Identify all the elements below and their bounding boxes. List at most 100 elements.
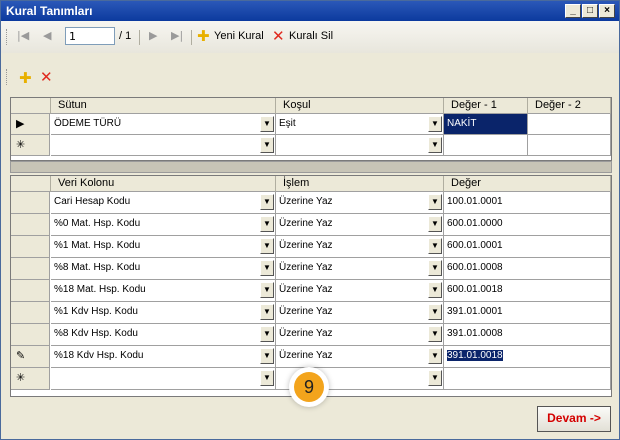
deger-cell[interactable]: 600.01.0018: [444, 280, 611, 302]
close-button[interactable]: ×: [599, 4, 615, 18]
deger-2-cell[interactable]: [528, 114, 611, 135]
deger-cell[interactable]: 391.01.0018: [444, 346, 611, 368]
dropdown-arrow-icon[interactable]: ▼: [428, 348, 442, 364]
dropdown-arrow-icon[interactable]: ▼: [428, 216, 442, 232]
islem-value: Üzerine Yaz: [279, 328, 333, 339]
row-indicator[interactable]: ✎: [11, 346, 50, 368]
row-indicator[interactable]: ✳: [11, 368, 50, 390]
islem-cell[interactable]: Üzerine Yaz ▼: [276, 214, 444, 236]
islem-cell[interactable]: Üzerine Yaz ▼: [276, 236, 444, 258]
veri-kolonu-cell[interactable]: Cari Hesap Kodu ▼: [51, 192, 276, 214]
dropdown-arrow-icon[interactable]: ▼: [428, 370, 442, 386]
deger-cell[interactable]: 391.01.0008: [444, 324, 611, 346]
row-indicator[interactable]: [11, 324, 50, 346]
veri-kolonu-cell[interactable]: %1 Kdv Hsp. Kodu ▼: [51, 302, 276, 324]
sutun-cell[interactable]: ÖDEME TÜRÜ ▼: [51, 114, 276, 135]
kosul-cell[interactable]: Eşit ▼: [276, 114, 444, 135]
row-indicator[interactable]: [11, 258, 50, 280]
dropdown-arrow-icon[interactable]: ▼: [428, 260, 442, 276]
dropdown-arrow-icon[interactable]: ▼: [428, 304, 442, 320]
first-record-icon[interactable]: |◀: [17, 29, 29, 42]
delete-row-icon[interactable]: ✕: [40, 70, 53, 85]
islem-cell[interactable]: Üzerine Yaz ▼: [276, 324, 444, 346]
deger-2-cell[interactable]: [528, 135, 611, 156]
dropdown-arrow-icon[interactable]: ▼: [260, 116, 274, 132]
add-row-icon[interactable]: ✚: [19, 71, 32, 86]
deger-cell[interactable]: 100.01.0001: [444, 192, 611, 214]
dropdown-arrow-icon[interactable]: ▼: [428, 194, 442, 210]
row-indicator[interactable]: [11, 214, 50, 236]
dropdown-arrow-icon[interactable]: ▼: [260, 194, 274, 210]
row-indicator[interactable]: ▶: [11, 114, 50, 135]
dropdown-arrow-icon[interactable]: ▼: [260, 304, 274, 320]
dropdown-arrow-icon[interactable]: ▼: [260, 282, 274, 298]
row-header-corner: [11, 176, 51, 192]
veri-kolonu-value: %18 Kdv Hsp. Kodu: [54, 350, 144, 361]
deger-1-cell[interactable]: [444, 135, 528, 156]
dropdown-arrow-icon[interactable]: ▼: [260, 348, 274, 364]
add-icon[interactable]: ✚: [197, 29, 210, 44]
deger-value: 600.01.0001: [447, 240, 503, 251]
deger-cell[interactable]: 600.01.0008: [444, 258, 611, 280]
deger-cell[interactable]: 600.01.0001: [444, 236, 611, 258]
dropdown-arrow-icon[interactable]: ▼: [428, 238, 442, 254]
veri-kolonu-cell[interactable]: %18 Kdv Hsp. Kodu ▼: [51, 346, 276, 368]
new-rule-button[interactable]: Yeni Kural: [214, 30, 264, 42]
sutun-cell[interactable]: ▼: [51, 135, 276, 156]
column-header-islem[interactable]: İşlem: [276, 176, 444, 192]
islem-cell[interactable]: Üzerine Yaz ▼: [276, 280, 444, 302]
title-bar[interactable]: Kural Tanımları _ □ ×: [1, 1, 619, 21]
kosul-cell[interactable]: ▼: [276, 135, 444, 156]
islem-value: Üzerine Yaz: [279, 284, 333, 295]
delete-rule-button[interactable]: Kuralı Sil: [289, 30, 333, 42]
column-header-kosul[interactable]: Koşul: [276, 98, 444, 114]
minimize-button[interactable]: _: [565, 4, 581, 18]
veri-kolonu-cell[interactable]: %0 Mat. Hsp. Kodu ▼: [51, 214, 276, 236]
dropdown-arrow-icon[interactable]: ▼: [260, 216, 274, 232]
veri-kolonu-cell[interactable]: %1 Mat. Hsp. Kodu ▼: [51, 236, 276, 258]
dropdown-arrow-icon[interactable]: ▼: [428, 326, 442, 342]
veri-kolonu-cell[interactable]: %18 Mat. Hsp. Kodu ▼: [51, 280, 276, 302]
dropdown-arrow-icon[interactable]: ▼: [428, 282, 442, 298]
column-header-veri-kolonu[interactable]: Veri Kolonu: [51, 176, 276, 192]
islem-cell[interactable]: Üzerine Yaz ▼: [276, 302, 444, 324]
column-header-deger[interactable]: Değer: [444, 176, 611, 192]
prev-record-icon[interactable]: ◀: [43, 29, 51, 42]
column-header-deger-1[interactable]: Değer - 1: [444, 98, 528, 114]
deger-value: 391.01.0001: [447, 306, 503, 317]
toolbar-grip[interactable]: [6, 69, 10, 85]
dropdown-arrow-icon[interactable]: ▼: [428, 116, 442, 132]
row-indicator[interactable]: [11, 280, 50, 302]
deger-1-cell[interactable]: NAKİT: [444, 114, 528, 135]
veri-kolonu-cell[interactable]: %8 Kdv Hsp. Kodu ▼: [51, 324, 276, 346]
grid-splitter[interactable]: [10, 161, 612, 173]
record-position-input[interactable]: 1: [65, 27, 115, 45]
deger-cell[interactable]: 391.01.0001: [444, 302, 611, 324]
next-record-icon[interactable]: ▶: [149, 29, 157, 42]
islem-cell[interactable]: Üzerine Yaz ▼: [276, 346, 444, 368]
islem-cell[interactable]: Üzerine Yaz ▼: [276, 258, 444, 280]
dropdown-arrow-icon[interactable]: ▼: [428, 137, 442, 153]
dropdown-arrow-icon[interactable]: ▼: [260, 370, 274, 386]
last-record-icon[interactable]: ▶|: [171, 29, 183, 42]
deger-value: 600.01.0008: [447, 262, 503, 273]
row-indicator[interactable]: [11, 302, 50, 324]
veri-kolonu-cell[interactable]: ▼: [51, 368, 276, 390]
column-header-sutun[interactable]: Sütun: [51, 98, 276, 114]
veri-kolonu-cell[interactable]: %8 Mat. Hsp. Kodu ▼: [51, 258, 276, 280]
row-indicator[interactable]: [11, 236, 50, 258]
maximize-button[interactable]: □: [582, 4, 598, 18]
column-header-deger-2[interactable]: Değer - 2: [528, 98, 611, 114]
dropdown-arrow-icon[interactable]: ▼: [260, 326, 274, 342]
deger-cell[interactable]: [444, 368, 611, 390]
deger-cell[interactable]: 600.01.0000: [444, 214, 611, 236]
new-row-indicator[interactable]: ✳: [11, 135, 50, 156]
delete-icon[interactable]: ✕: [272, 29, 285, 44]
dropdown-arrow-icon[interactable]: ▼: [260, 260, 274, 276]
row-indicator[interactable]: [11, 192, 50, 214]
continue-button[interactable]: Devam ->: [537, 406, 611, 432]
dropdown-arrow-icon[interactable]: ▼: [260, 137, 274, 153]
toolbar-grip[interactable]: [6, 29, 10, 45]
dropdown-arrow-icon[interactable]: ▼: [260, 238, 274, 254]
islem-cell[interactable]: Üzerine Yaz ▼: [276, 192, 444, 214]
